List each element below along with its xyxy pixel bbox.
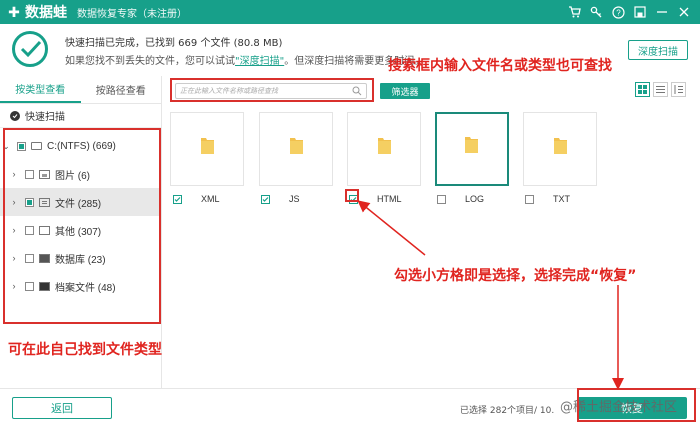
hint-prefix: 如果您找不到丢失的文件，您可以试试 <box>65 56 235 67</box>
folder-icon <box>554 138 567 154</box>
file-checkbox[interactable] <box>173 194 182 204</box>
file-label-row: LOG <box>437 192 484 206</box>
file-name: JS <box>289 194 300 204</box>
save-icon[interactable] <box>630 2 650 22</box>
deep-scan-link[interactable]: "深度扫描" <box>235 56 284 67</box>
deep-scan-button[interactable]: 深度扫描 <box>628 40 688 60</box>
file-label-row: TXT <box>525 192 570 206</box>
list-view-icon[interactable] <box>653 82 668 97</box>
file-checkbox[interactable] <box>261 194 270 204</box>
cart-icon[interactable] <box>564 2 584 22</box>
annotation-sidebar-box <box>3 128 161 324</box>
file-name: LOG <box>465 194 485 204</box>
folder-icon <box>290 138 303 154</box>
scan-result-text: 快速扫描已完成，已找到 669 个文件 (80.8 MB) <box>65 38 283 49</box>
file-tile-txt[interactable] <box>523 112 597 186</box>
file-name: TXT <box>553 194 570 204</box>
folder-icon <box>201 138 214 154</box>
tab-by-path[interactable]: 按路径查看 <box>81 76 162 103</box>
file-checkbox[interactable] <box>437 194 446 204</box>
quick-scan-label: 快速扫描 <box>25 112 65 123</box>
help-icon[interactable]: ? <box>608 2 628 22</box>
filter-button[interactable]: 筛选器 <box>380 83 430 99</box>
selection-info: 已选择 282个项目/ 10. <box>460 406 555 416</box>
file-tile-log[interactable] <box>435 112 509 186</box>
app-name: 数据蛙 <box>25 4 67 20</box>
quick-scan-row[interactable]: 快速扫描 <box>0 104 161 128</box>
file-name: XML <box>201 194 220 204</box>
file-tile-html[interactable] <box>347 112 421 186</box>
key-icon[interactable] <box>586 2 606 22</box>
annotation-search-box <box>170 78 374 102</box>
folder-icon <box>378 138 391 154</box>
app-logo: ✚ 数据蛙 <box>6 2 67 22</box>
file-tile-xml[interactable] <box>170 112 244 186</box>
file-label-row: XML <box>173 192 220 206</box>
deep-scan-hint: 如果您找不到丢失的文件，您可以试试"深度扫描"。但深度扫描将需要更多时间。 <box>65 52 424 67</box>
check-dot-icon <box>10 110 20 121</box>
title-bar: ✚ 数据蛙 数据恢复专家（未注册） ? <box>0 0 700 24</box>
annotation-recover-box <box>577 388 696 422</box>
close-icon[interactable] <box>674 2 694 22</box>
plus-logo-icon: ✚ <box>8 3 20 20</box>
app-subtitle: 数据恢复专家（未注册） <box>77 8 187 20</box>
annotation-check-hint: 勾选小方格即是选择，选择完成“恢复” <box>394 268 637 284</box>
annotation-sidebar-hint: 可在此自己找到文件类型 <box>8 342 162 358</box>
file-label-row: JS <box>261 192 300 206</box>
annotation-search-hint: 搜索框内输入文件名或类型也可查找 <box>388 58 612 74</box>
file-checkbox[interactable] <box>525 194 534 204</box>
svg-text:?: ? <box>616 8 621 17</box>
grid-view-icon[interactable] <box>635 82 650 97</box>
back-button[interactable]: 返回 <box>12 397 112 419</box>
annotation-checkbox-box <box>345 189 359 202</box>
file-name: HTML <box>377 194 402 204</box>
detail-view-icon[interactable] <box>671 82 686 97</box>
tab-by-type[interactable]: 按类型查看 <box>0 76 81 103</box>
minimize-icon[interactable] <box>652 2 672 22</box>
scan-complete-check-icon <box>12 31 48 67</box>
folder-icon <box>465 137 478 153</box>
file-tile-js[interactable] <box>259 112 333 186</box>
